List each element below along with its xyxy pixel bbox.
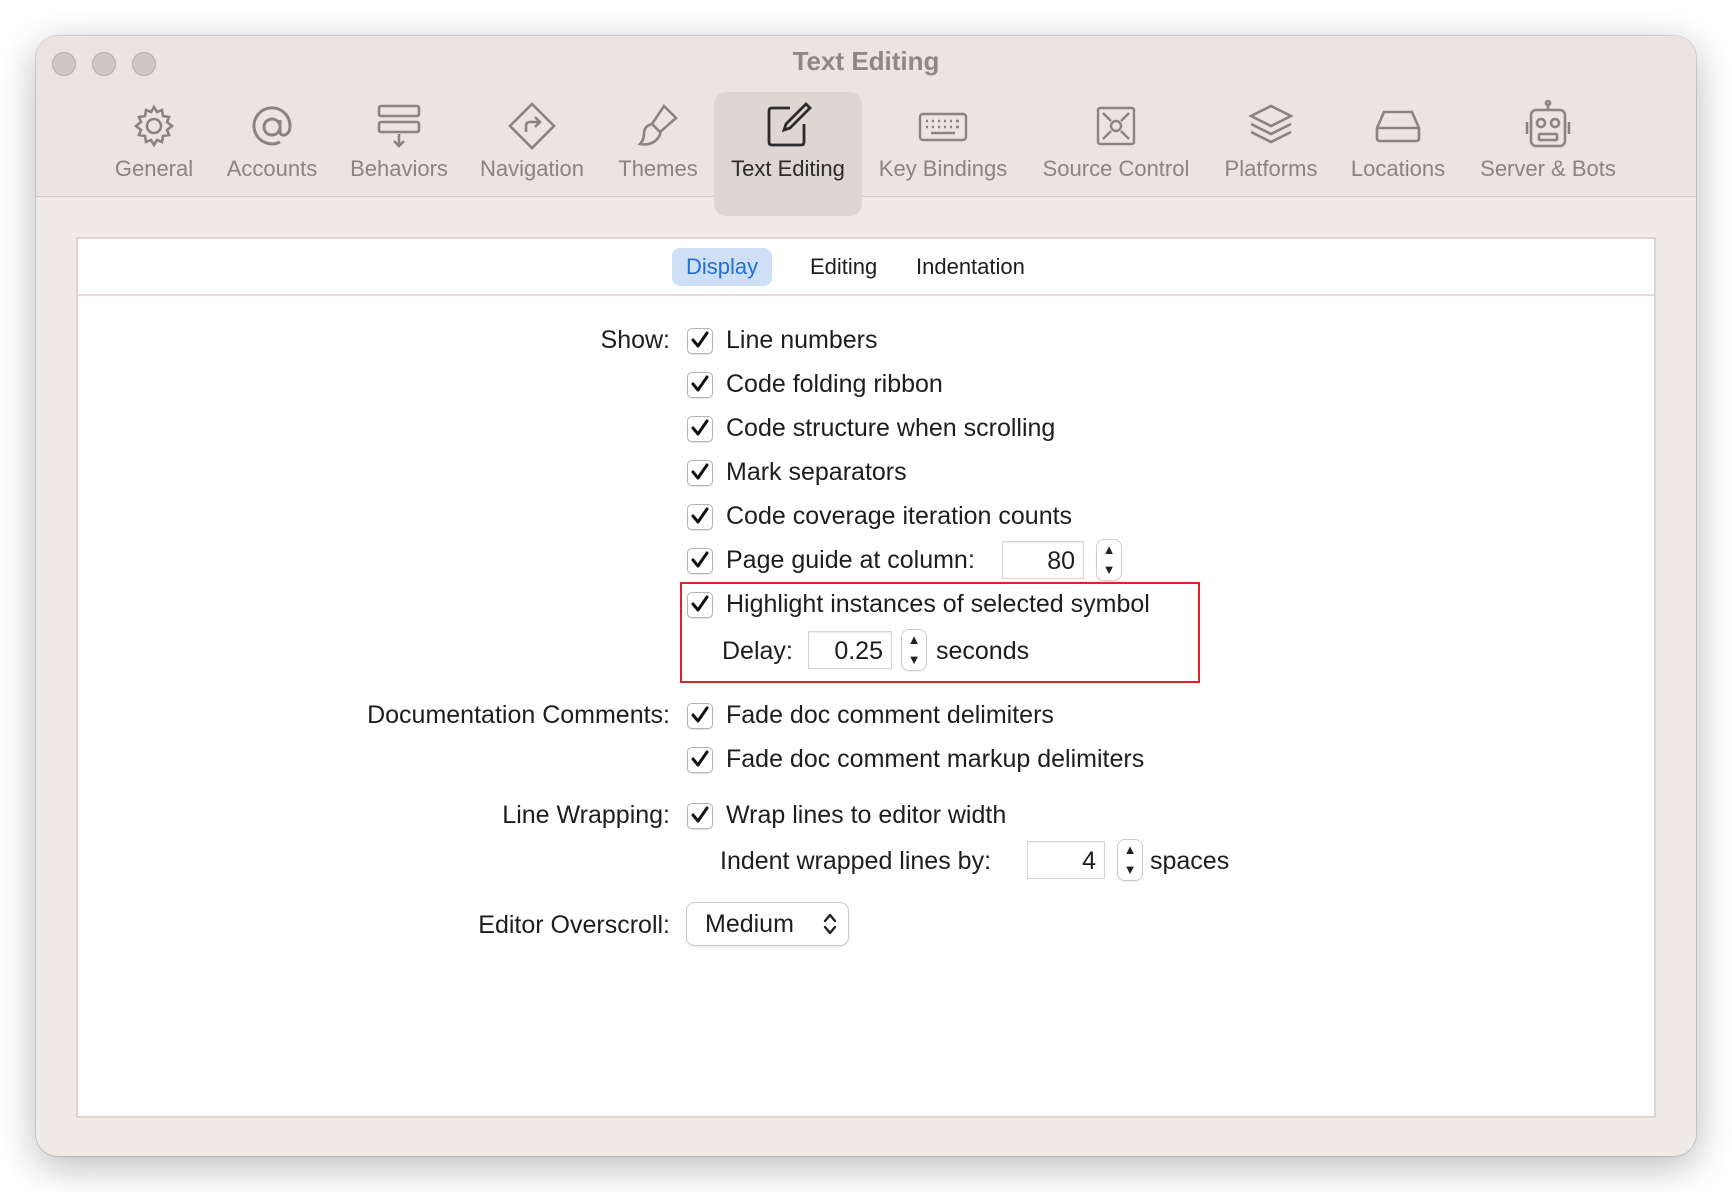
window-title: Text Editing — [792, 46, 940, 76]
toolbar-source-control[interactable]: Source Control — [1042, 92, 1190, 216]
square-pencil-icon — [767, 102, 812, 147]
chevron-down-icon[interactable]: ▼ — [902, 650, 926, 670]
checkmark-icon — [691, 331, 709, 348]
checkmark-icon — [691, 806, 709, 823]
option-label: Wrap lines to editor width — [726, 801, 1007, 829]
page-guide-stepper[interactable]: ▲ ▼ — [1097, 540, 1121, 580]
option-label: Mark separators — [726, 458, 907, 486]
toolbar-label: Locations — [1350, 156, 1446, 181]
tab-display[interactable]: Display — [672, 248, 773, 286]
behaviors-icon — [377, 104, 421, 148]
option-label: Code coverage iteration counts — [726, 502, 1073, 530]
option-label: Code folding ribbon — [726, 370, 943, 398]
tab-bar: Display Editing Indentation — [78, 239, 1654, 296]
indent-unit: spaces — [1150, 847, 1230, 875]
checkmark-icon — [691, 706, 709, 723]
toolbar-label: Themes — [618, 156, 698, 181]
option-label: Fade doc comment delimiters — [726, 701, 1054, 729]
page-guide-checkbox[interactable] — [687, 548, 713, 574]
at-sign-icon — [252, 106, 292, 146]
toolbar-label: Platforms — [1224, 156, 1318, 181]
keyboard-icon — [918, 112, 968, 142]
checkmark-icon — [691, 419, 709, 436]
tab-indentation[interactable]: Indentation — [902, 248, 1039, 286]
toolbar-label: Server & Bots — [1480, 156, 1616, 181]
toolbar-label: Text Editing — [731, 156, 845, 181]
checkmark-icon — [691, 507, 709, 524]
toolbar-locations[interactable]: Locations — [1324, 92, 1472, 216]
option-label: Page guide at column: — [726, 546, 975, 574]
popup-value: Medium — [705, 910, 794, 938]
toolbar-label: Accounts — [226, 156, 318, 181]
toolbar-text-editing[interactable]: Text Editing — [714, 92, 862, 216]
code-structure-checkbox[interactable] — [687, 416, 713, 442]
chevron-down-icon[interactable]: ▼ — [1097, 560, 1121, 580]
checkmark-icon — [691, 463, 709, 480]
drive-icon — [1375, 110, 1421, 143]
mark-separators-checkbox[interactable] — [687, 460, 713, 486]
delay-label: Delay: — [722, 637, 793, 665]
delay-unit: seconds — [936, 637, 1030, 665]
chevron-up-icon[interactable]: ▲ — [902, 630, 926, 650]
stack-icon — [1248, 104, 1294, 144]
robot-icon — [1525, 99, 1571, 148]
checkmark-icon — [691, 375, 709, 392]
indent-wrapped-field[interactable]: 4 — [1027, 841, 1105, 879]
toolbar-label: Key Bindings — [878, 156, 1008, 181]
checkmark-icon — [691, 551, 709, 568]
option-label: Highlight instances of selected symbol — [726, 590, 1150, 618]
wrap-lines-checkbox[interactable] — [687, 803, 713, 829]
navigation-icon — [508, 102, 556, 150]
code-coverage-checkbox[interactable] — [687, 504, 713, 530]
fade-doc-delimiters-checkbox[interactable] — [687, 703, 713, 729]
chevron-down-icon[interactable]: ▼ — [1118, 860, 1142, 880]
tab-editing[interactable]: Editing — [796, 248, 891, 286]
toolbar-platforms[interactable]: Platforms — [1197, 92, 1345, 216]
gear-icon — [133, 104, 175, 148]
window-titlebar: Text Editing General Accounts Behaviors … — [36, 36, 1696, 216]
option-label: Line numbers — [726, 326, 878, 354]
toolbar-themes[interactable]: Themes — [584, 92, 732, 216]
chevron-up-icon[interactable]: ▲ — [1097, 540, 1121, 560]
line-numbers-checkbox[interactable] — [687, 328, 713, 354]
delay-stepper[interactable]: ▲ ▼ — [902, 630, 926, 670]
delay-field[interactable]: 0.25 — [808, 631, 892, 669]
highlight-instances-checkbox[interactable] — [687, 592, 713, 618]
page-guide-column-field[interactable]: 80 — [1002, 541, 1084, 579]
toolbar-key-bindings[interactable]: Key Bindings — [869, 92, 1017, 216]
show-label: Show: — [600, 326, 670, 354]
option-label: Code structure when scrolling — [726, 414, 1056, 442]
indent-wrapped-stepper[interactable]: ▲ ▼ — [1118, 840, 1142, 880]
paintbrush-icon — [637, 103, 678, 146]
indent-wrapped-label: Indent wrapped lines by: — [720, 847, 992, 875]
toolbar-label: Source Control — [1042, 156, 1190, 181]
chevron-up-icon[interactable]: ▲ — [1118, 840, 1142, 860]
editor-overscroll-popup[interactable]: Medium — [687, 903, 848, 945]
documentation-label: Documentation Comments: — [367, 701, 670, 729]
toolbar-behaviors[interactable]: Behaviors — [325, 92, 473, 216]
fade-doc-markup-checkbox[interactable] — [687, 747, 713, 773]
checkmark-icon — [691, 750, 709, 767]
checkmark-icon — [691, 595, 709, 612]
code-folding-checkbox[interactable] — [687, 372, 713, 398]
chevron-updown-icon — [823, 913, 837, 935]
line-wrapping-label: Line Wrapping: — [502, 801, 670, 829]
editor-overscroll-label: Editor Overscroll: — [478, 911, 670, 939]
toolbar-accounts[interactable]: Accounts — [198, 92, 346, 216]
toolbar-server-bots[interactable]: Server & Bots — [1474, 92, 1622, 216]
toolbar-label: Behaviors — [350, 156, 448, 181]
source-control-icon — [1096, 106, 1136, 146]
option-label: Fade doc comment markup delimiters — [726, 745, 1145, 773]
